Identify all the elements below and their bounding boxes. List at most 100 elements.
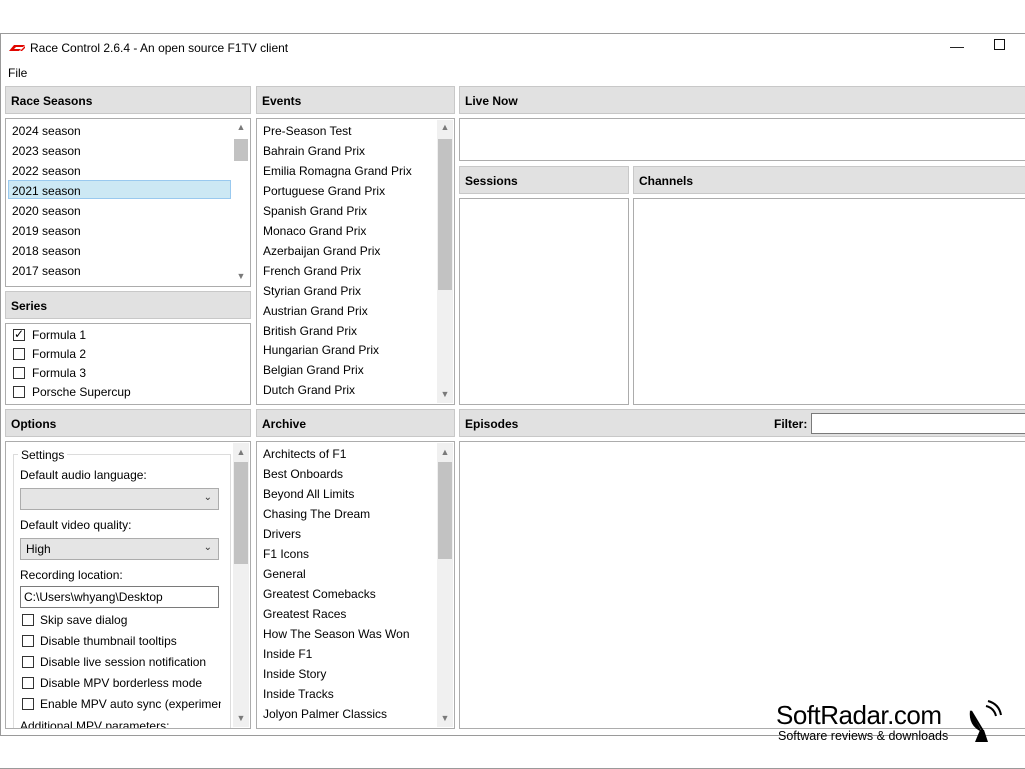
events-scrollbar[interactable]: ▲ ▼ [437,120,453,403]
list-item[interactable]: Bahrain Grand Prix [263,144,365,158]
list-item[interactable]: How The Season Was Won [263,627,410,641]
list-item[interactable]: Pre-Season Test [263,124,352,138]
live-now-panel[interactable] [459,118,1025,161]
episodes-header: Episodes Filter: [459,409,1025,437]
scroll-up-arrow-icon[interactable]: ▲ [233,122,249,132]
list-item[interactable]: Inside F1 [263,647,312,661]
episodes-panel[interactable] [459,441,1025,729]
checkbox-formula-2[interactable] [13,348,25,360]
window-title: Race Control 2.6.4 - An open source F1TV… [30,41,289,55]
list-item[interactable]: Best Onboards [263,467,343,481]
list-item[interactable]: Inside Story [263,667,326,681]
list-item[interactable]: 2021 season [12,184,81,198]
options-header: Options [5,409,251,437]
checkbox-disable-mpv-borderless[interactable] [22,677,34,689]
scroll-down-arrow-icon[interactable]: ▼ [233,713,249,723]
race-seasons-scrollbar[interactable]: ▲ ▼ [233,120,249,285]
events-header: Events [256,86,455,114]
minimize-button[interactable]: — [950,38,964,54]
video-quality-select[interactable]: High ⌄ [20,538,219,560]
list-item[interactable]: Monaco Grand Prix [263,224,366,238]
checkbox-label: Skip save dialog [40,613,128,627]
checkbox-label: Formula 1 [32,328,87,342]
settings-group-title: Settings [18,448,68,462]
scroll-up-arrow-icon[interactable]: ▲ [233,447,249,457]
list-item[interactable]: General [263,567,306,581]
list-item[interactable]: Beyond All Limits [263,487,354,501]
checkbox-label: Enable MPV auto sync (experimen [40,697,221,711]
archive-list[interactable]: Architects of F1 Best Onboards Beyond Al… [256,441,455,729]
checkbox-enable-mpv-auto-sync[interactable] [22,698,34,710]
race-seasons-list[interactable]: 2024 season 2023 season 2022 season 2021… [5,118,251,287]
f1-logo-icon [9,45,25,51]
checkbox-porsche-supercup[interactable] [13,386,25,398]
list-item[interactable]: Drivers [263,527,301,541]
list-item[interactable]: Architects of F1 [263,447,346,461]
checkbox-formula-3[interactable] [13,367,25,379]
sessions-header: Sessions [459,166,629,194]
checkbox-formula-1[interactable]: ✓ [13,327,25,341]
list-item[interactable]: Emilia Romagna Grand Prix [263,164,412,178]
list-item[interactable]: 2023 season [12,144,81,158]
channels-header: Channels [633,166,1025,194]
scroll-down-arrow-icon[interactable]: ▼ [437,389,453,399]
list-item[interactable]: Inside Tracks [263,687,334,701]
checkbox-disable-thumbnail-tooltips[interactable] [22,635,34,647]
filter-label: Filter: [774,417,808,431]
list-item[interactable]: Portuguese Grand Prix [263,184,385,198]
satellite-dish-icon [969,700,1002,742]
scroll-thumb[interactable] [438,139,452,290]
audio-language-label: Default audio language: [20,468,147,482]
maximize-button[interactable] [994,39,1005,50]
list-item[interactable]: Dutch Grand Prix [263,383,355,397]
list-item[interactable]: 2019 season [12,224,81,238]
list-item[interactable]: Hungarian Grand Prix [263,343,379,357]
scroll-thumb[interactable] [234,462,248,564]
combo-value: High [26,542,51,556]
sessions-panel[interactable] [459,198,629,405]
checkbox-label: Disable MPV borderless mode [40,676,203,690]
checkbox-skip-save-dialog[interactable] [22,614,34,626]
list-item[interactable]: Greatest Races [263,607,346,621]
list-item[interactable]: Jolyon Palmer Classics [263,707,387,721]
series-list: ✓ Formula 1 Formula 2 Formula 3 Porsche … [5,323,251,405]
list-item[interactable]: 2018 season [12,244,81,258]
archive-scrollbar[interactable]: ▲ ▼ [437,443,453,727]
filter-input[interactable] [811,413,1025,434]
menu-file[interactable]: File [8,66,27,80]
list-item[interactable]: Styrian Grand Prix [263,284,361,298]
channels-panel[interactable] [633,198,1025,405]
recording-location-input[interactable]: C:\Users\whyang\Desktop [20,586,219,608]
scroll-down-arrow-icon[interactable]: ▼ [233,271,249,281]
list-item[interactable]: Greatest Comebacks [263,587,376,601]
list-item[interactable]: Austrian Grand Prix [263,304,368,318]
series-header: Series [5,291,251,319]
chevron-down-icon: ⌄ [203,542,212,553]
scroll-up-arrow-icon[interactable]: ▲ [437,447,453,457]
scroll-down-arrow-icon[interactable]: ▼ [437,713,453,723]
list-item[interactable]: F1 Icons [263,547,309,561]
mpv-params-label: Additional MPV parameters: [20,719,170,729]
list-item[interactable]: Spanish Grand Prix [263,204,367,218]
scroll-up-arrow-icon[interactable]: ▲ [437,122,453,132]
watermark-tagline: Software reviews & downloads [778,729,949,743]
episodes-title: Episodes [465,417,519,431]
watermark-brand: SoftRadar.com [776,700,942,730]
list-item[interactable]: Chasing The Dream [263,507,370,521]
checkbox-disable-live-notification[interactable] [22,656,34,668]
events-list[interactable]: Pre-Season Test Bahrain Grand Prix Emili… [256,118,455,405]
options-scrollbar[interactable]: ▲ ▼ [233,443,249,727]
list-item[interactable]: 2020 season [12,204,81,218]
scroll-thumb[interactable] [438,462,452,559]
list-item[interactable]: Belgian Grand Prix [263,363,364,377]
chevron-down-icon: ⌄ [203,492,212,503]
checkbox-label: Formula 3 [32,366,87,380]
list-item[interactable]: Azerbaijan Grand Prix [263,244,380,258]
list-item[interactable]: British Grand Prix [263,324,357,338]
list-item[interactable]: French Grand Prix [263,264,361,278]
list-item[interactable]: 2022 season [12,164,81,178]
list-item[interactable]: 2017 season [12,264,81,278]
audio-language-select[interactable]: ⌄ [20,488,219,510]
scroll-thumb[interactable] [234,139,248,161]
list-item[interactable]: 2024 season [12,124,81,138]
